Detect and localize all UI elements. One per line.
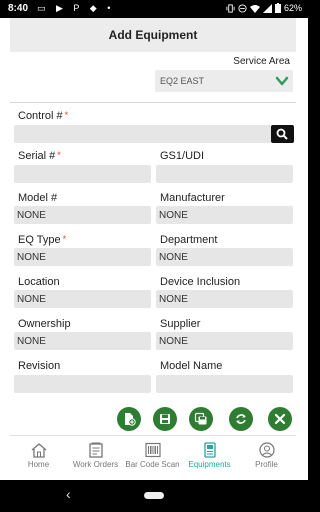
battery-icon [274, 3, 281, 13]
profile-icon [258, 442, 275, 458]
serial-input[interactable] [14, 165, 151, 183]
vibrate-icon [226, 3, 235, 13]
save-button[interactable] [153, 407, 177, 431]
chevron-down-icon [275, 76, 289, 86]
supplier-label: Supplier [160, 318, 201, 330]
add-document-icon [125, 413, 136, 426]
tab-bar-code-scan-label: Bar Code Scan [125, 460, 180, 469]
service-area-value: EQ2 EAST [160, 76, 205, 86]
tab-profile-label: Profile [255, 460, 278, 469]
location-label: Location [18, 276, 60, 288]
close-button[interactable] [268, 407, 292, 431]
department-label: Department [160, 234, 218, 246]
signal-icon [262, 3, 272, 13]
gs1-input[interactable] [156, 165, 293, 183]
device-inclusion-field[interactable]: NONE [156, 290, 293, 308]
refresh-icon [236, 414, 246, 424]
gs1-label: GS1/UDI [160, 150, 205, 162]
close-icon [274, 413, 286, 425]
status-bar: 8:40 ▭ ▶ P ◆ • 62% [0, 0, 308, 18]
section-divider [10, 102, 296, 103]
service-area-label: Service Area [233, 56, 290, 67]
tab-home-label: Home [27, 460, 50, 469]
search-icon [276, 128, 288, 140]
system-nav-bar: ‹ [0, 480, 308, 512]
tab-work-orders-label: Work Orders [72, 460, 119, 469]
app-header: Add Equipment [10, 18, 296, 52]
model-label: Model # [18, 192, 58, 204]
model-field[interactable]: NONE [14, 206, 151, 224]
add-document-button[interactable] [117, 407, 141, 431]
manufacturer-label: Manufacturer [160, 192, 225, 204]
status-time: 8:40 [8, 3, 29, 14]
save-copy-icon [194, 412, 207, 425]
home-pill[interactable] [144, 492, 164, 499]
required-mark: * [57, 150, 61, 160]
eq-type-label: EQ Type * [18, 234, 66, 246]
model-name-input[interactable] [156, 375, 293, 393]
status-right: 62% [226, 3, 302, 13]
location-field[interactable]: NONE [14, 290, 151, 308]
tab-equipments-label: Equipments [188, 460, 231, 469]
revision-input[interactable] [14, 375, 151, 393]
supplier-field[interactable]: NONE [156, 332, 293, 350]
tab-profile[interactable]: Profile [238, 442, 295, 469]
manufacturer-field[interactable]: NONE [156, 206, 293, 224]
refresh-button[interactable] [229, 407, 253, 431]
eq-type-label-text: EQ Type [18, 234, 61, 246]
device-inclusion-label: Device Inclusion [160, 276, 241, 288]
equipments-icon [203, 442, 216, 458]
required-mark: * [64, 110, 69, 120]
ownership-field[interactable]: NONE [14, 332, 151, 350]
tab-bar-code-scan[interactable]: Bar Code Scan [124, 442, 181, 469]
page-title: Add Equipment [108, 28, 198, 42]
serial-label-text: Serial # [18, 150, 56, 162]
notification-icons: ▭ ▶ P ◆ • [37, 3, 115, 13]
save-icon [160, 414, 170, 424]
tab-home[interactable]: Home [10, 442, 67, 469]
control-input[interactable] [14, 125, 271, 143]
control-label: Control # * [18, 110, 68, 122]
app-screen: Add Equipment Service Area EQ2 EAST Cont… [0, 18, 308, 480]
back-icon[interactable]: ‹ [66, 486, 71, 502]
revision-label: Revision [18, 360, 61, 372]
control-label-text: Control # [18, 110, 63, 122]
wifi-icon [249, 4, 260, 13]
model-name-label: Model Name [160, 360, 223, 372]
work-orders-icon [88, 442, 103, 458]
eq-type-field[interactable]: NONE [14, 248, 151, 266]
search-button[interactable] [271, 125, 294, 143]
save-copy-button[interactable] [189, 407, 213, 431]
department-field[interactable]: NONE [156, 248, 293, 266]
serial-label: Serial # * [18, 150, 61, 162]
barcode-icon [144, 442, 161, 458]
battery-level: 62% [283, 3, 302, 13]
service-area-select[interactable]: EQ2 EAST [155, 70, 293, 92]
tab-equipments[interactable]: Equipments [181, 442, 238, 469]
required-mark: * [62, 234, 67, 244]
bottom-tab-bar: Home Work Orders Bar Code Scan Equipment… [10, 435, 296, 477]
tab-work-orders[interactable]: Work Orders [67, 442, 124, 469]
home-icon [31, 443, 46, 458]
ownership-label: Ownership [18, 318, 71, 330]
dnd-icon [238, 3, 247, 13]
